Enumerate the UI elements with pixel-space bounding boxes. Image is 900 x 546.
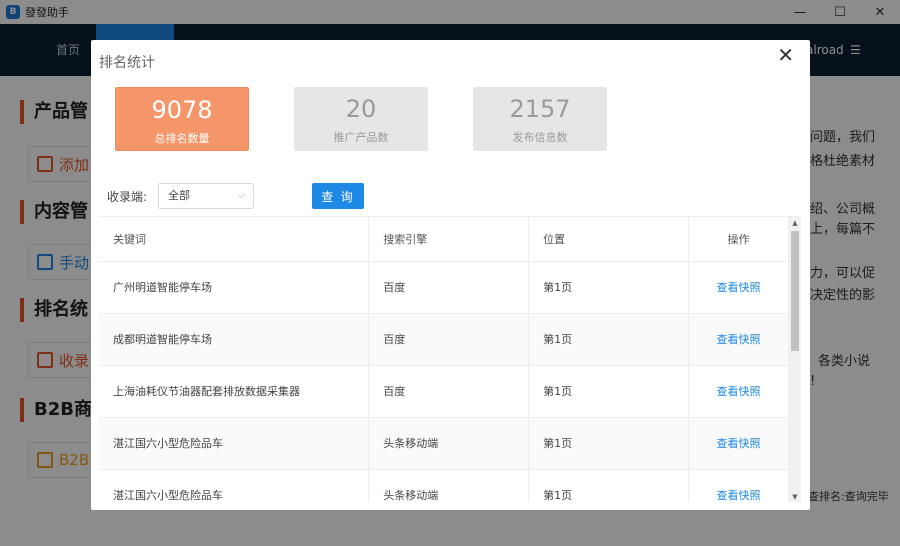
cell-engine: 百度: [368, 365, 530, 418]
cell-keyword: 湛江国六小型危险品车: [99, 469, 370, 502]
select-value: 全部: [168, 189, 190, 202]
cell-engine: 百度: [368, 261, 530, 314]
scroll-thumb[interactable]: [791, 231, 799, 351]
cell-keyword: 湛江国六小型危险品车: [99, 417, 370, 470]
view-snapshot-link[interactable]: 查看快照: [717, 489, 761, 502]
table-scrollbar[interactable]: ▲ ▼: [789, 217, 801, 502]
stat-label: 推广产品数: [333, 131, 389, 144]
stat-label: 发布信息数: [512, 131, 568, 144]
view-snapshot-link[interactable]: 查看快照: [717, 385, 761, 398]
cell-keyword: 成都明道智能停车场: [99, 313, 370, 366]
table-row: 湛江国六小型危险品车 头条移动端 第1页 查看快照: [99, 469, 789, 502]
cell-engine: 头条移动端: [368, 469, 530, 502]
chevron-down-icon: ⌵: [237, 190, 245, 201]
stat-total-rankings: 9078 总排名数量: [115, 87, 249, 151]
stat-value: 20: [345, 95, 377, 123]
cell-engine: 百度: [368, 313, 530, 366]
table-header-row: 关键词 搜索引擎 位置 操作: [99, 217, 789, 262]
ranking-table: 关键词 搜索引擎 位置 操作 广州明道智能停车场 百度 第1页 查看快照 成都明…: [99, 217, 789, 502]
stat-value: 2157: [509, 95, 571, 123]
close-icon[interactable]: ✕: [777, 43, 794, 67]
cell-position: 第1页: [528, 261, 690, 314]
ranking-table-container: 关键词 搜索引擎 位置 操作 广州明道智能停车场 百度 第1页 查看快照 成都明…: [99, 216, 801, 502]
stat-value: 9078: [151, 96, 213, 124]
view-snapshot-link[interactable]: 查看快照: [717, 281, 761, 294]
cell-keyword: 上海油耗仪节油器配套排放数据采集器: [99, 365, 370, 418]
header-keyword: 关键词: [99, 217, 370, 262]
table-row: 成都明道智能停车场 百度 第1页 查看快照: [99, 313, 789, 366]
scroll-up-icon[interactable]: ▲: [789, 217, 801, 229]
header-engine: 搜索引擎: [368, 217, 530, 262]
table-row: 广州明道智能停车场 百度 第1页 查看快照: [99, 261, 789, 314]
table-row: 湛江国六小型危险品车 头条移动端 第1页 查看快照: [99, 417, 789, 470]
header-action: 操作: [688, 217, 789, 262]
cell-position: 第1页: [528, 417, 690, 470]
scroll-down-icon[interactable]: ▼: [789, 491, 801, 502]
index-source-select[interactable]: 全部 ⌵: [158, 183, 254, 209]
filter-label: 收录端:: [107, 190, 148, 204]
ranking-stats-modal: 排名统计 ✕ 9078 总排名数量 20 推广产品数 2157 发布信息数 收录…: [91, 40, 810, 510]
stat-published-info: 2157 发布信息数: [473, 87, 607, 151]
cell-position: 第1页: [528, 313, 690, 366]
stat-label: 总排名数量: [154, 132, 210, 145]
header-position: 位置: [528, 217, 690, 262]
stat-promoted-products: 20 推广产品数: [294, 87, 428, 151]
view-snapshot-link[interactable]: 查看快照: [717, 437, 761, 450]
view-snapshot-link[interactable]: 查看快照: [717, 333, 761, 346]
cell-position: 第1页: [528, 365, 690, 418]
cell-position: 第1页: [528, 469, 690, 502]
query-button[interactable]: 查 询: [312, 183, 364, 209]
cell-keyword: 广州明道智能停车场: [99, 261, 370, 314]
modal-title: 排名统计: [99, 55, 155, 71]
cell-engine: 头条移动端: [368, 417, 530, 470]
table-row: 上海油耗仪节油器配套排放数据采集器 百度 第1页 查看快照: [99, 365, 789, 418]
